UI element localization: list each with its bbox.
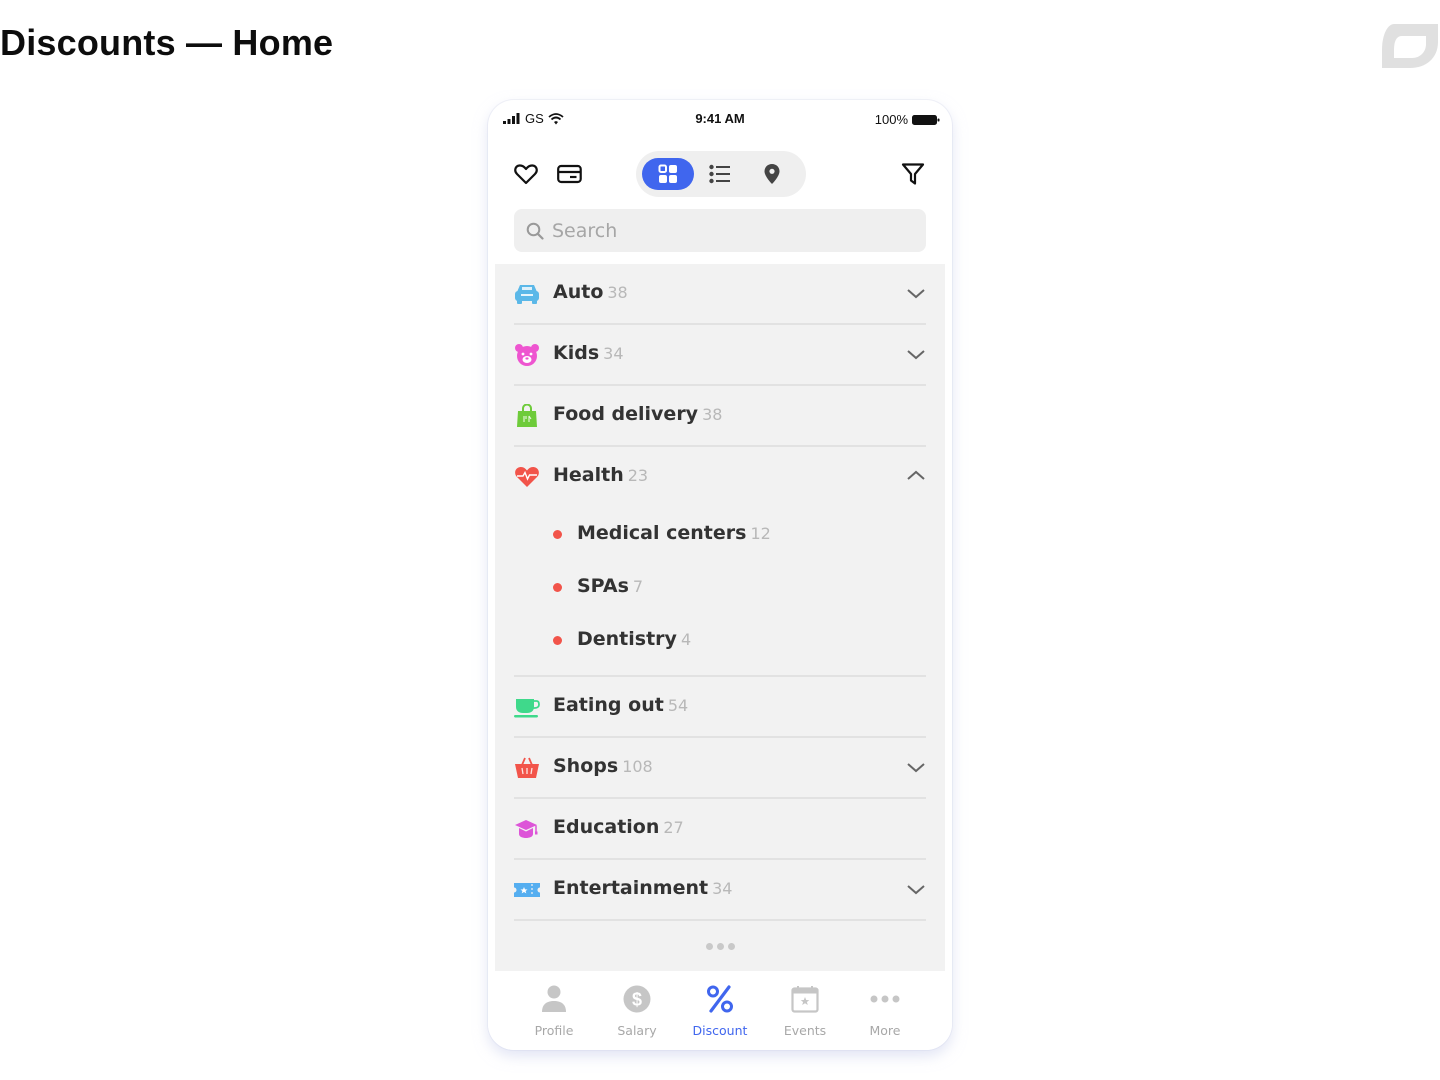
category-label: Shops bbox=[553, 755, 619, 777]
tab-label: Events bbox=[783, 1023, 827, 1038]
category-list: Auto 38 Kids 34 Food delivery 38 Health … bbox=[495, 264, 945, 971]
subcategory-label: SPAs bbox=[577, 575, 629, 597]
view-mode-switch bbox=[636, 151, 806, 197]
chevron-down-icon[interactable] bbox=[906, 882, 926, 896]
subcategory-row-dentistry[interactable]: Dentistry 4 bbox=[514, 614, 926, 667]
dollar-coin-icon: $ bbox=[623, 985, 651, 1013]
basket-icon bbox=[515, 757, 539, 778]
category-count: 38 bbox=[702, 405, 723, 424]
category-row-food-delivery[interactable]: Food delivery 38 bbox=[514, 386, 926, 447]
bullet-dot-icon bbox=[553, 583, 562, 592]
heart-icon bbox=[514, 164, 538, 185]
filter-icon bbox=[901, 163, 925, 185]
category-count: 34 bbox=[603, 344, 624, 363]
card-button[interactable] bbox=[556, 161, 582, 187]
svg-text:$: $ bbox=[632, 990, 642, 1010]
ellipsis-icon[interactable] bbox=[495, 921, 945, 950]
chevron-down-icon[interactable] bbox=[906, 760, 926, 774]
list-icon bbox=[709, 164, 730, 184]
tab-label: Discount bbox=[692, 1023, 748, 1038]
view-list-button[interactable] bbox=[700, 158, 740, 190]
category-label: Education bbox=[553, 816, 660, 838]
view-map-button[interactable] bbox=[752, 158, 792, 190]
subcategory-label: Dentistry bbox=[577, 628, 677, 650]
category-label: Entertainment bbox=[553, 877, 709, 899]
status-bar: GS 9:41 AM 100% bbox=[488, 100, 952, 140]
filter-button[interactable] bbox=[900, 161, 926, 187]
subcategory-count: 4 bbox=[680, 630, 692, 649]
category-label: Kids bbox=[553, 342, 600, 364]
bullet-dot-icon bbox=[553, 636, 562, 645]
chevron-down-icon[interactable] bbox=[906, 347, 926, 361]
bullet-dot-icon bbox=[553, 530, 562, 539]
tab-profile[interactable]: Profile bbox=[519, 983, 589, 1038]
chevron-down-icon[interactable] bbox=[906, 286, 926, 300]
phone-screen: GS 9:41 AM 100% Search Auto 38 Kids 34 F… bbox=[488, 100, 952, 1050]
toolbar bbox=[488, 150, 952, 198]
category-row-kids[interactable]: Kids 34 bbox=[514, 325, 926, 386]
subcategory-count: 7 bbox=[632, 577, 644, 596]
category-row-auto[interactable]: Auto 38 bbox=[514, 264, 926, 325]
category-row-shops[interactable]: Shops 108 bbox=[514, 738, 926, 799]
category-count: 54 bbox=[667, 696, 689, 715]
page-title: Discounts — Home bbox=[0, 22, 334, 63]
graduation-cap-icon bbox=[515, 820, 538, 838]
view-grid-button[interactable] bbox=[642, 158, 694, 190]
chevron-up-icon[interactable] bbox=[906, 469, 926, 483]
map-pin-icon bbox=[764, 164, 780, 184]
favorites-button[interactable] bbox=[513, 161, 539, 187]
category-row-eating-out[interactable]: Eating out 54 bbox=[514, 677, 926, 738]
category-row-entertainment[interactable]: Entertainment 34 bbox=[514, 860, 926, 921]
heart-pulse-icon bbox=[515, 466, 539, 487]
card-icon bbox=[556, 164, 582, 184]
search-icon bbox=[526, 222, 544, 240]
ticket-icon bbox=[514, 883, 540, 897]
subcategory-row-medical-centers[interactable]: Medical centers 12 bbox=[514, 508, 926, 561]
category-count: 108 bbox=[622, 757, 653, 776]
tab-label: Profile bbox=[534, 1023, 574, 1038]
tab-events[interactable]: Events bbox=[770, 983, 840, 1038]
category-row-health[interactable]: Health 23 bbox=[514, 447, 926, 508]
more-dots-icon bbox=[870, 995, 900, 1003]
coffee-cup-icon bbox=[514, 699, 540, 718]
tab-label: More bbox=[869, 1023, 901, 1038]
category-count: 23 bbox=[627, 466, 649, 485]
leaf-logo-icon bbox=[1382, 24, 1438, 68]
teddy-bear-icon bbox=[515, 344, 539, 366]
search-box[interactable] bbox=[514, 209, 926, 252]
search-input[interactable] bbox=[552, 219, 912, 242]
battery-full-icon bbox=[912, 114, 940, 125]
category-label: Food delivery bbox=[553, 403, 699, 425]
tab-salary[interactable]: $ Salary bbox=[602, 983, 672, 1038]
grid-icon bbox=[658, 164, 677, 183]
category-row-education[interactable]: Education 27 bbox=[514, 799, 926, 860]
tab-bar: Profile $ Salary Discount Events More bbox=[488, 971, 952, 1050]
subcategory-row-spas[interactable]: SPAs 7 bbox=[514, 561, 926, 614]
category-count: 27 bbox=[663, 818, 684, 837]
calendar-star-icon bbox=[791, 986, 819, 1013]
car-icon bbox=[515, 285, 539, 304]
subcategory-label: Medical centers bbox=[577, 522, 747, 544]
category-label: Eating out bbox=[553, 694, 664, 716]
health-subcategory-list: Medical centers 12 SPAs 7 Dentistry 4 bbox=[514, 508, 926, 677]
shopping-bag-icon bbox=[517, 404, 537, 427]
subcategory-count: 12 bbox=[750, 524, 771, 543]
category-count: 34 bbox=[712, 879, 733, 898]
tab-label: Salary bbox=[617, 1023, 657, 1038]
percent-icon bbox=[707, 985, 733, 1013]
person-icon bbox=[542, 985, 566, 1012]
category-count: 38 bbox=[607, 283, 628, 302]
tab-more[interactable]: More bbox=[850, 983, 920, 1038]
battery-percent: 100% bbox=[874, 112, 908, 127]
category-label: Health bbox=[553, 464, 624, 486]
category-label: Auto bbox=[553, 281, 604, 303]
tab-discount[interactable]: Discount bbox=[685, 983, 755, 1038]
